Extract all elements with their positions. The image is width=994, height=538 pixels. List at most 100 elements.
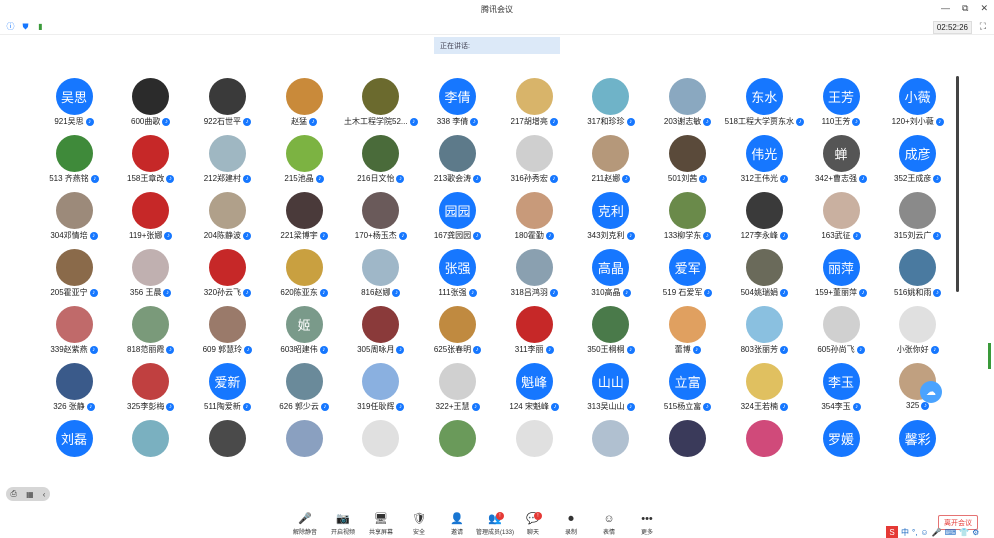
participant-tile[interactable]: 158王章改 ♪ xyxy=(113,135,189,185)
participant-tile[interactable]: 305周咏月 ♪ xyxy=(343,306,419,356)
participant-tile[interactable]: 205霍亚宁 ♪ xyxy=(36,249,112,299)
participant-tile[interactable]: 姬 603昭建伟 ♪ xyxy=(266,306,342,356)
participant-tile[interactable]: 119+张娜 ♪ xyxy=(113,192,189,242)
participant-tile[interactable] xyxy=(343,420,419,470)
ime-item-icon[interactable]: °, xyxy=(912,528,917,537)
participant-tile[interactable]: 317和珍珍 ♪ xyxy=(573,78,649,128)
participant-tile[interactable]: 818范丽霞 ♪ xyxy=(113,306,189,356)
participant-tile[interactable]: 立富 515杨立富 ♪ xyxy=(650,363,726,413)
participant-tile[interactable]: 350王桐桐 ♪ xyxy=(573,306,649,356)
float-toolbar-icon[interactable]: ☁ xyxy=(920,381,942,403)
toolbar-button[interactable]: 🎤 解除静音 xyxy=(286,510,324,538)
grid-view-icon[interactable]: ▦ xyxy=(26,490,34,499)
participant-tile[interactable]: 213歌会涛 ♪ xyxy=(420,135,496,185)
participant-tile[interactable]: 蕾博 ♪ xyxy=(650,306,726,356)
participant-tile[interactable]: 土木工程学院52... ♪ xyxy=(343,78,419,128)
participant-tile[interactable]: 170+杨玉杰 ♪ xyxy=(343,192,419,242)
participant-tile[interactable]: 克利 343刘克利 ♪ xyxy=(573,192,649,242)
ime-item-icon[interactable]: ☺ xyxy=(920,528,928,537)
grid-scrollbar[interactable] xyxy=(956,76,959,292)
participant-tile[interactable]: 伟光 312王伟光 ♪ xyxy=(726,135,802,185)
participant-tile[interactable]: 127李永峰 ♪ xyxy=(726,192,802,242)
participant-tile[interactable]: 204陈静波 ♪ xyxy=(189,192,265,242)
participant-tile[interactable]: 315刘云广 ♪ xyxy=(880,192,956,242)
participant-tile[interactable]: 356 王晨 ♪ xyxy=(113,249,189,299)
print-icon[interactable]: ⎙ xyxy=(11,489,17,499)
toolbar-button[interactable]: 👥 管理成员(133)! xyxy=(476,510,514,538)
participant-tile[interactable]: 325李彭梅 ♪ xyxy=(113,363,189,413)
participant-tile[interactable]: 180霍勤 ♪ xyxy=(496,192,572,242)
participant-tile[interactable]: 319任耿辉 ♪ xyxy=(343,363,419,413)
participant-tile[interactable]: 609 郭慧玲 ♪ xyxy=(189,306,265,356)
participant-tile[interactable]: 803张丽芳 ♪ xyxy=(726,306,802,356)
participant-tile[interactable]: 324王若楠 ♪ xyxy=(726,363,802,413)
participant-tile[interactable]: 李倩 338 李倩 ♪ xyxy=(420,78,496,128)
participant-tile[interactable] xyxy=(113,420,189,470)
participant-tile[interactable]: 216日文怡 ♪ xyxy=(343,135,419,185)
participant-tile[interactable] xyxy=(496,420,572,470)
participant-tile[interactable] xyxy=(266,420,342,470)
participant-tile[interactable]: 339赵紫燕 ♪ xyxy=(36,306,112,356)
participant-tile[interactable]: 小薇 120+刘小薇 ♪ xyxy=(880,78,956,128)
view-toggle[interactable]: ⎙ ▦ ‹ xyxy=(6,487,50,501)
participant-tile[interactable]: 赵猛 ♪ xyxy=(266,78,342,128)
toolbar-button[interactable]: ••• 更多 xyxy=(628,510,666,538)
participant-tile[interactable]: 326 张静 ♪ xyxy=(36,363,112,413)
participant-tile[interactable]: 馨彩 xyxy=(880,420,956,470)
participant-tile[interactable]: 212郑建村 ♪ xyxy=(189,135,265,185)
participant-tile[interactable]: 625张春明 ♪ xyxy=(420,306,496,356)
participant-tile[interactable]: 李玉 354李玉 ♪ xyxy=(803,363,879,413)
participant-tile[interactable]: 620陈亚东 ♪ xyxy=(266,249,342,299)
participant-tile[interactable]: 东水 518工程大学贾东水 ♪ xyxy=(725,78,804,128)
toolbar-button[interactable]: 🛡 安全 xyxy=(400,510,438,538)
participant-tile[interactable]: 605孙尚飞 ♪ xyxy=(803,306,879,356)
participant-tile[interactable]: 高晶 310高晶 ♪ xyxy=(573,249,649,299)
ime-item-icon[interactable]: 🎤 xyxy=(932,528,942,537)
participant-tile[interactable]: 311李丽 ♪ xyxy=(496,306,572,356)
toolbar-button[interactable]: 🖥 共享屏幕 xyxy=(362,510,400,538)
participant-tile[interactable]: 园园 167龚园园 ♪ xyxy=(420,192,496,242)
participant-tile[interactable]: 626 郭少云 ♪ xyxy=(266,363,342,413)
participant-tile[interactable]: 513 齐燕铭 ♪ xyxy=(36,135,112,185)
participant-tile[interactable]: 304邓情培 ♪ xyxy=(36,192,112,242)
participant-tile[interactable] xyxy=(573,420,649,470)
ime-item-icon[interactable]: ⚙ xyxy=(972,528,979,537)
ime-item-icon[interactable]: 中 xyxy=(901,527,909,538)
participant-tile[interactable]: 小张你好 ♪ xyxy=(880,306,956,356)
participant-tile[interactable]: 320孙云飞 ♪ xyxy=(189,249,265,299)
participant-tile[interactable]: 318吕鸿羽 ♪ xyxy=(496,249,572,299)
participant-tile[interactable]: 133柳学东 ♪ xyxy=(650,192,726,242)
participant-tile[interactable]: 罗媛 xyxy=(803,420,879,470)
participant-tile[interactable]: 217胡增亮 ♪ xyxy=(496,78,572,128)
participant-tile[interactable]: 322+王慧 ♪ xyxy=(420,363,496,413)
participant-tile[interactable]: 215池晶 ♪ xyxy=(266,135,342,185)
participant-tile[interactable]: 丽萍 159+董丽萍 ♪ xyxy=(803,249,879,299)
participant-tile[interactable]: 316孙秀宏 ♪ xyxy=(496,135,572,185)
participant-tile[interactable]: 221梁博宇 ♪ xyxy=(266,192,342,242)
participant-tile[interactable]: 张强 111张强 ♪ xyxy=(420,249,496,299)
toolbar-button[interactable]: ⏺ 录制 xyxy=(552,510,590,538)
participant-tile[interactable] xyxy=(650,420,726,470)
participant-tile[interactable]: 600曲歌 ♪ xyxy=(113,78,189,128)
participant-tile[interactable] xyxy=(189,420,265,470)
ime-item-icon[interactable]: ⌨ xyxy=(945,528,957,537)
participant-tile[interactable]: 816赵娜 ♪ xyxy=(343,249,419,299)
chevron-left-icon[interactable]: ‹ xyxy=(43,490,46,499)
participant-tile[interactable]: 蝉 342+曹志强 ♪ xyxy=(803,135,879,185)
toolbar-button[interactable]: ☺ 表情 xyxy=(590,510,628,538)
toolbar-button[interactable]: 📷 开启视频 xyxy=(324,510,362,538)
participant-tile[interactable]: 吴思 921吴思 ♪ xyxy=(36,78,112,128)
participant-tile[interactable]: 爱新 511陶爱新 ♪ xyxy=(189,363,265,413)
sogou-logo-icon[interactable]: S xyxy=(886,526,898,538)
participant-tile[interactable] xyxy=(726,420,802,470)
participant-tile[interactable]: 山山 313吴山山 ♪ xyxy=(573,363,649,413)
participant-tile[interactable]: 516姚和雨 ♪ xyxy=(880,249,956,299)
participant-tile[interactable]: 163武征 ♪ xyxy=(803,192,879,242)
participant-tile[interactable]: 504姚瑞娟 ♪ xyxy=(726,249,802,299)
participant-tile[interactable]: 325 ♪ xyxy=(880,363,956,413)
participant-tile[interactable]: 501刘茜 ♪ xyxy=(650,135,726,185)
participant-tile[interactable]: 203谢志敏 ♪ xyxy=(650,78,726,128)
participant-tile[interactable]: 王芳 110王芳 ♪ xyxy=(803,78,879,128)
toolbar-button[interactable]: 💬 聊天! xyxy=(514,510,552,538)
participant-tile[interactable]: 211赵娜 ♪ xyxy=(573,135,649,185)
